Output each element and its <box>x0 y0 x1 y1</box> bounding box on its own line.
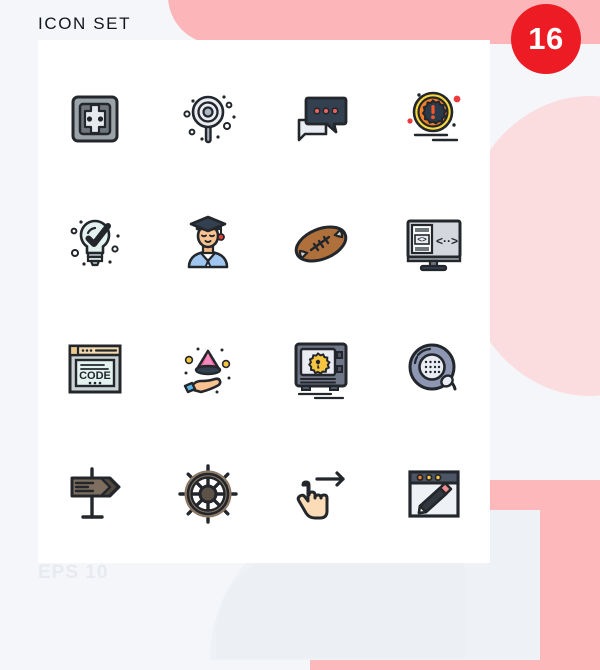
icon-grid: <> <··> CODE <box>38 56 490 556</box>
icon-cell-code-browser[interactable]: CODE <box>38 306 151 431</box>
svg-text:<>: <> <box>417 235 427 244</box>
icon-cell-power-socket[interactable] <box>38 56 151 181</box>
power-socket-icon <box>71 95 118 142</box>
code-browser-icon: CODE <box>68 344 121 393</box>
icon-cell-lollipop[interactable] <box>151 56 264 181</box>
icon-cell-ship-wheel[interactable] <box>151 431 264 556</box>
strainer-pan-icon <box>408 343 456 390</box>
signpost-icon <box>70 466 120 519</box>
graduate-student-icon <box>187 215 228 268</box>
icon-cell-swipe-right[interactable] <box>264 431 377 556</box>
icon-cell-hand-hologram[interactable] <box>151 306 264 431</box>
icon-cell-lightbulb-check[interactable] <box>38 181 151 306</box>
svg-text:<··>: <··> <box>435 234 457 248</box>
icon-cell-strainer-pan[interactable] <box>377 306 490 431</box>
chat-bubbles-icon <box>297 96 347 141</box>
swipe-right-icon <box>296 470 345 519</box>
icon-cell-graduate-student[interactable] <box>151 181 264 306</box>
safe-vault-icon <box>294 342 347 399</box>
icon-cell-safe-vault[interactable] <box>264 306 377 431</box>
lightbulb-check-icon <box>70 219 120 266</box>
decorative-blob-bottom-mid <box>216 548 466 658</box>
page-title: ICON SET <box>38 14 132 33</box>
poster-canvas: ICON SET 16 <> <··> CODE EPS 10 <box>0 0 600 670</box>
eps-label: EPS 10 <box>38 562 109 583</box>
icon-cell-chat-bubbles[interactable] <box>264 56 377 181</box>
code-monitor-icon: <> <··> <box>406 219 461 271</box>
hand-hologram-icon <box>183 347 230 393</box>
icon-cell-code-monitor[interactable]: <> <··> <box>377 181 490 306</box>
alert-badge-icon <box>406 91 460 141</box>
icon-cell-edit-window[interactable] <box>377 431 490 556</box>
edit-window-icon <box>407 469 460 518</box>
code-label: CODE <box>79 370 111 382</box>
ship-wheel-icon <box>177 463 238 524</box>
lollipop-icon <box>182 94 236 143</box>
icon-count-badge: 16 <box>511 4 581 74</box>
icon-cell-alert-badge[interactable] <box>377 56 490 181</box>
icon-cell-football[interactable] <box>264 181 377 306</box>
icon-cell-signpost[interactable] <box>38 431 151 556</box>
football-icon <box>294 225 347 262</box>
